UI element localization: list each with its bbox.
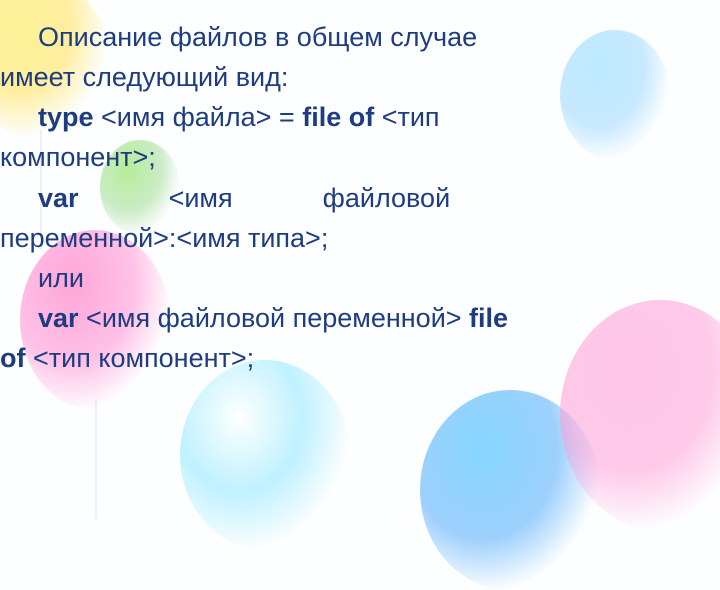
or-line: или <box>0 259 716 298</box>
type-decl-line-2: компонент>; <box>0 138 716 177</box>
intro-line-1: Описание файлов в общем случае <box>0 18 716 57</box>
token-tip-komponent-2: <тип компонент>; <box>25 343 254 373</box>
keyword-of: of <box>0 343 25 373</box>
balloon-string <box>95 400 97 520</box>
slide-text: Описание файлов в общем случае имеет сле… <box>0 0 720 378</box>
token-file-var-open: <имя файловой <box>169 183 451 213</box>
token-tip-komponent-a: <тип <box>374 102 439 132</box>
var-decl1-line-2: переменной>:<имя типа>; <box>0 219 716 258</box>
spacer <box>79 183 169 213</box>
keyword-file-of: file of <box>302 102 374 132</box>
var-decl2-line-1: var <имя файловой переменной> file <box>0 299 716 338</box>
var-decl2-line-2: of <тип компонент>; <box>0 339 716 378</box>
type-decl-line-1: type <имя файла> = file of <тип <box>0 98 716 137</box>
balloon-decoration <box>180 360 350 550</box>
equals: = <box>279 102 302 132</box>
intro-line-2: имеет следующий вид: <box>0 58 716 97</box>
keyword-var: var <box>38 183 79 213</box>
token-file-name: <имя файла> <box>94 102 279 132</box>
token-file-var-2: <имя файловой переменной> <box>79 303 470 333</box>
keyword-type: type <box>38 102 94 132</box>
var-decl1-line-1: var <имя файловой <box>0 179 716 218</box>
keyword-file: file <box>469 303 508 333</box>
keyword-var: var <box>38 303 79 333</box>
